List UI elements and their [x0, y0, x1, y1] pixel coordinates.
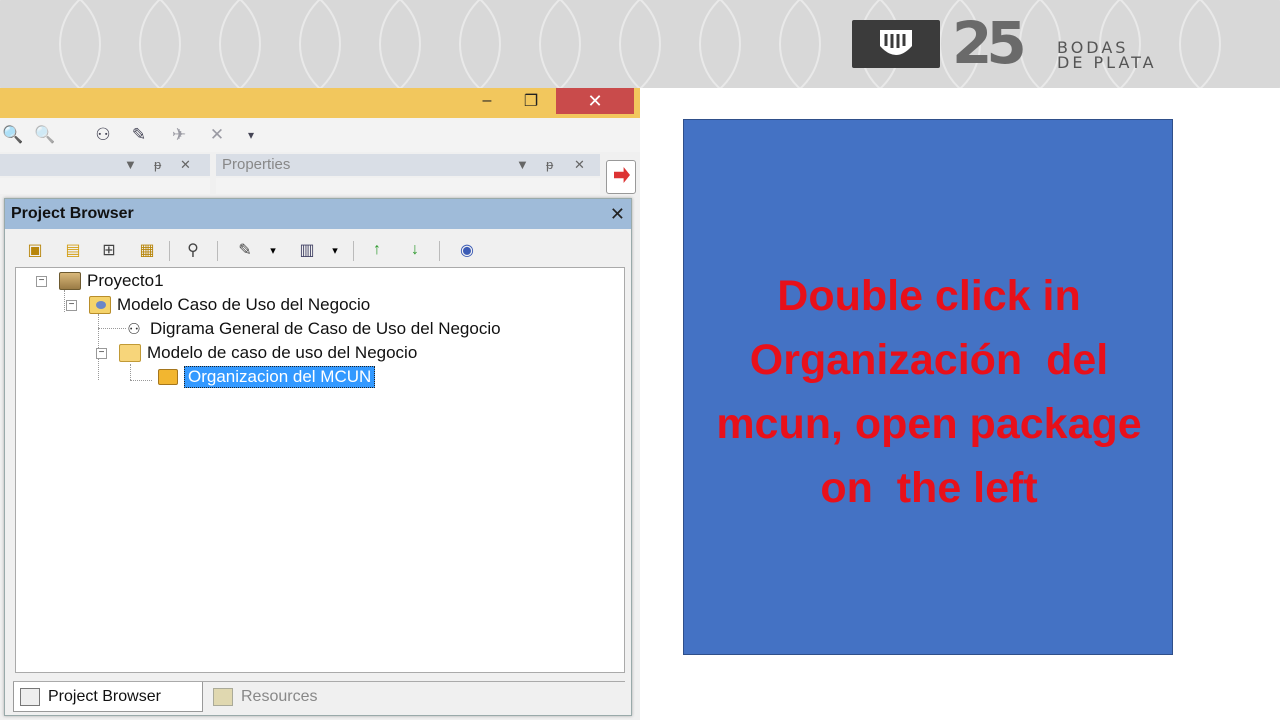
properties-icon[interactable]: ✎	[128, 124, 150, 146]
main-toolbar: 🔍 🔍 ⚇ ✎ ✈ ✕ ▾	[0, 118, 640, 152]
pin-tool-icon[interactable]: ✈	[168, 124, 190, 146]
logo: 25 BODAS DE PLATA	[852, 14, 1182, 72]
dropdown-icon[interactable]: ▼	[124, 154, 137, 176]
header-band: 25 BODAS DE PLATA	[0, 0, 1280, 88]
left-panel-strip	[0, 178, 210, 194]
zoom-in-icon[interactable]: 🔍	[2, 124, 24, 146]
tree-node-label: Digrama General de Caso de Uso del Negoc…	[150, 319, 501, 338]
properties-icon[interactable]: ▥	[295, 239, 319, 261]
instruction-line-2: Organización del	[749, 336, 1109, 384]
maximize-button[interactable]: ❐	[510, 88, 552, 114]
overflow-icon[interactable]: ▾	[240, 124, 262, 146]
tree-node-business-model[interactable]: − Modelo Caso de Uso del Negocio	[66, 294, 370, 316]
instruction-callout: Double click in Organización del mcun, o…	[683, 119, 1173, 655]
tree-guide	[130, 364, 131, 380]
logo-text-line2: DE PLATA	[1057, 53, 1157, 72]
folder-icon	[119, 344, 141, 362]
properties-panel-title: Properties	[222, 156, 291, 173]
project-icon	[59, 272, 81, 290]
toolbar-separator	[217, 241, 218, 261]
tree-node-label: Modelo Caso de Uso del Negocio	[117, 295, 371, 314]
delete-icon[interactable]: ✕	[206, 124, 228, 146]
dropdown-icon[interactable]: ▾	[261, 239, 285, 261]
diagram-icon: ⚇	[127, 321, 141, 338]
title-bar: – ❐ ✕	[0, 88, 640, 118]
toolbar-separator	[353, 241, 354, 261]
tree-node-organizacion-package[interactable]: Organizacion del MCUN	[158, 366, 376, 388]
collapse-toggle[interactable]: −	[96, 347, 107, 359]
move-up-icon[interactable]: ↑	[365, 239, 389, 261]
tree-node-project[interactable]: − Proyecto1	[36, 270, 164, 292]
collapse-toggle[interactable]: −	[66, 299, 77, 311]
instruction-line-3: mcun, open package	[716, 400, 1142, 448]
dropdown-icon[interactable]: ▼	[516, 154, 529, 176]
project-browser-icon	[20, 687, 40, 706]
pin-icon[interactable]: ᵽ	[546, 154, 553, 176]
pin-icon[interactable]: ᵽ	[154, 154, 161, 176]
zoom-out-icon[interactable]: 🔍	[34, 124, 56, 146]
package-icon	[158, 369, 178, 385]
hierarchy-icon[interactable]: ⚇	[92, 124, 114, 146]
instruction-line-1: Double click in	[777, 272, 1081, 320]
new-folder-icon[interactable]: ▤	[61, 239, 85, 261]
tree-node-label: Modelo de caso de uso del Negocio	[147, 343, 418, 362]
instruction-text: Double click in Organización del mcun, o…	[684, 264, 1174, 520]
project-browser-toolbar: ▣ ▤ ⊞ ▦ ⚲ ✎ ▾ ▥ ▾ ↑ ↓ ◉	[5, 233, 631, 267]
instruction-line-4: on the left	[820, 464, 1038, 512]
project-tree: − Proyecto1 − Modelo Caso de Uso del Neg…	[15, 267, 625, 673]
tree-guide	[64, 290, 65, 312]
tree-node-label-selected: Organizacion del MCUN	[184, 366, 376, 388]
toolbar-separator	[439, 241, 440, 261]
minimize-button[interactable]: –	[466, 88, 508, 114]
close-window-button[interactable]: ✕	[556, 88, 634, 114]
move-down-icon[interactable]: ↓	[403, 239, 427, 261]
project-browser-panel: Project Browser ✕ ▣ ▤ ⊞ ▦ ⚲ ✎ ▾ ▥ ▾ ↑ ↓ …	[4, 198, 632, 716]
logo-text: BODAS DE PLATA	[1057, 40, 1157, 72]
new-element-icon[interactable]: ✎	[233, 239, 257, 261]
toolbar-separator	[169, 241, 170, 261]
new-model-icon[interactable]: ▣	[23, 239, 47, 261]
new-diagram-icon[interactable]: ⊞	[97, 239, 121, 261]
tree-guide	[98, 328, 126, 329]
properties-panel-header: Properties ▼ ᵽ ✕	[216, 154, 600, 176]
tab-label: Project Browser	[48, 687, 161, 705]
resources-icon	[213, 688, 233, 706]
close-icon[interactable]: ✕	[610, 199, 625, 229]
tree-node-general-diagram[interactable]: ⚇ Digrama General de Caso de Uso del Neg…	[124, 318, 501, 340]
dropdown-icon[interactable]: ▾	[323, 239, 347, 261]
find-icon[interactable]: ⚲	[181, 239, 205, 261]
arrow-icon	[614, 167, 630, 183]
tab-project-browser[interactable]: Project Browser	[13, 682, 203, 712]
app-window: – ❐ ✕ 🔍 🔍 ⚇ ✎ ✈ ✕ ▾ ▼ ᵽ ✕ Properties ▼ ᵽ…	[0, 88, 640, 720]
tree-node-use-case-folder[interactable]: − Modelo de caso de uso del Negocio	[96, 342, 417, 364]
project-browser-tabs: Project Browser Resources	[13, 681, 625, 713]
slide: 25 BODAS DE PLATA – ❐ ✕ 🔍 🔍 ⚇ ✎ ✈ ✕ ▾ ▼ …	[0, 0, 1280, 720]
tree-node-label: Proyecto1	[87, 271, 164, 290]
model-icon	[89, 296, 111, 314]
tree-guide	[130, 380, 152, 381]
help-icon[interactable]: ◉	[455, 239, 479, 261]
left-panel-header: ▼ ᵽ ✕	[0, 154, 210, 176]
close-icon[interactable]: ✕	[574, 154, 585, 176]
new-package-icon[interactable]: ▦	[135, 239, 159, 261]
tab-label: Resources	[241, 688, 318, 705]
university-shield-icon	[852, 20, 940, 68]
collapse-toggle[interactable]: −	[36, 275, 47, 287]
close-icon[interactable]: ✕	[180, 154, 191, 176]
anniversary-number: 25	[952, 9, 1027, 77]
project-browser-titlebar: Project Browser ✕	[5, 199, 631, 229]
properties-panel-strip	[216, 178, 600, 194]
side-dock-tab[interactable]	[606, 160, 636, 194]
tab-resources[interactable]: Resources	[207, 682, 347, 712]
project-browser-title: Project Browser	[11, 205, 134, 222]
